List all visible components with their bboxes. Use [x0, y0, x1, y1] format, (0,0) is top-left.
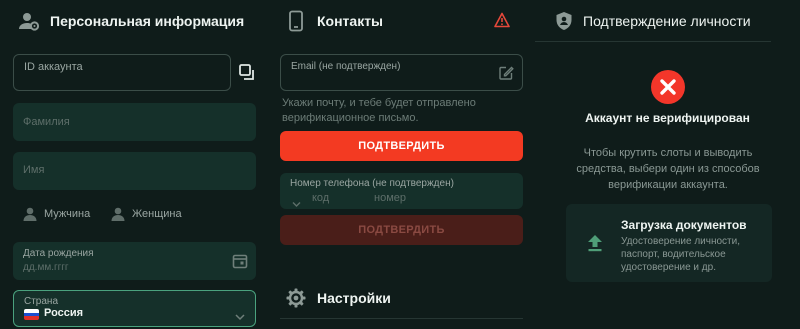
phone-number-placeholder[interactable]: номер: [374, 192, 406, 204]
upload-description: Удостоверение личности, паспорт, водител…: [621, 236, 740, 273]
phone-label: Номер телефона (не подтвержден): [290, 178, 454, 189]
country-value: Россия: [44, 307, 84, 319]
user-icon: [22, 206, 38, 222]
confirm-email-button[interactable]: ПОДТВЕРДИТЬ: [280, 131, 523, 161]
verification-description: Чтобы крутить слоты и выводить средства,…: [576, 147, 760, 191]
settings-divider: [280, 318, 523, 319]
chevron-down-icon[interactable]: [292, 195, 301, 207]
contacts-header: Контакты: [288, 10, 383, 32]
upload-documents-card[interactable]: Загрузка документов Удостоверение личнос…: [566, 204, 772, 282]
country-select[interactable]: Страна Россия: [13, 290, 256, 327]
verification-divider: [535, 41, 771, 42]
user-gear-icon: [18, 10, 40, 32]
verification-status: Аккаунт не верифицирован: [585, 111, 750, 125]
shield-user-icon: [555, 11, 573, 31]
country-label: Страна: [24, 296, 59, 307]
calendar-icon[interactable]: [232, 253, 248, 269]
firstname-field[interactable]: Имя: [13, 152, 256, 190]
user-icon: [110, 206, 126, 222]
personal-info-section: Персональная информация ID аккаунта Фами…: [0, 0, 268, 329]
account-id-label: ID аккаунта: [24, 61, 83, 73]
gender-male-option[interactable]: Мужчина: [22, 206, 90, 222]
upload-title: Загрузка документов: [621, 218, 747, 232]
gender-female-label: Женщина: [132, 208, 182, 220]
verification-title: Подтверждение личности: [583, 13, 751, 29]
personal-info-header: Персональная информация: [18, 10, 244, 32]
phone-field[interactable]: Номер телефона (не подтвержден) код номе…: [280, 173, 523, 209]
email-hint: Укажи почту, и тебе будет отправлено вер…: [282, 97, 476, 124]
phone-code-placeholder[interactable]: код: [312, 192, 329, 204]
contacts-section: Контакты Email (не подтвержден) Укажи по…: [268, 0, 535, 329]
settings-header[interactable]: Настройки: [286, 287, 391, 309]
warning-triangle-icon: [494, 12, 510, 28]
gear-icon: [286, 288, 306, 308]
account-id-field[interactable]: ID аккаунта: [13, 54, 231, 91]
birthdate-field[interactable]: Дата рождения дд.мм.гггг: [13, 242, 256, 280]
email-label: Email (не подтвержден): [291, 61, 401, 72]
gender-male-label: Мужчина: [44, 208, 91, 220]
russia-flag-icon: [24, 309, 39, 320]
gender-female-option[interactable]: Женщина: [110, 206, 182, 222]
lastname-placeholder: Фамилия: [23, 116, 70, 128]
upload-arrow-icon: [587, 234, 603, 252]
verification-header: Подтверждение личности: [555, 10, 751, 32]
birthdate-placeholder: дд.мм.гггг: [23, 262, 69, 273]
smartphone-icon: [288, 10, 304, 32]
edit-icon[interactable]: [498, 65, 514, 81]
close-circle-icon: [651, 70, 685, 104]
copy-icon[interactable]: [238, 63, 256, 81]
lastname-field[interactable]: Фамилия: [13, 103, 256, 141]
chevron-down-icon: [235, 308, 245, 321]
personal-info-title: Персональная информация: [50, 13, 245, 29]
verification-section: Подтверждение личности Аккаунт не верифи…: [535, 0, 800, 329]
contacts-title: Контакты: [317, 13, 384, 29]
confirm-phone-button[interactable]: ПОДТВЕРДИТЬ: [280, 215, 523, 245]
firstname-placeholder: Имя: [23, 164, 45, 176]
email-field[interactable]: Email (не подтвержден): [280, 54, 523, 91]
settings-title: Настройки: [317, 290, 391, 306]
birthdate-label: Дата рождения: [23, 248, 94, 259]
